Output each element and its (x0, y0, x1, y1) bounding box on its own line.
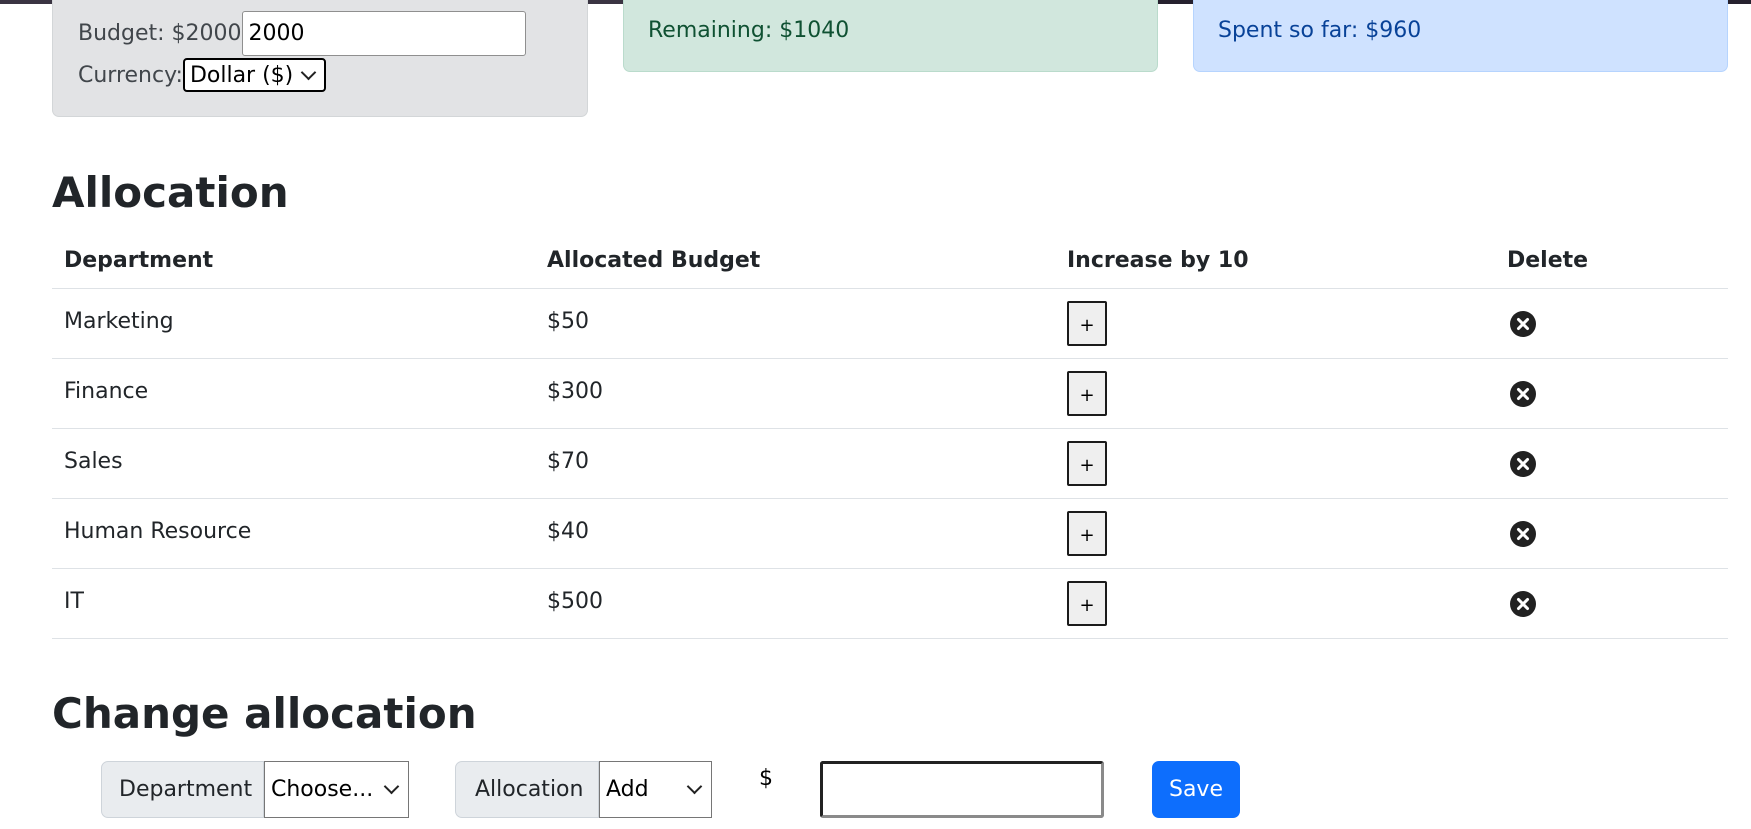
chevron-down-icon (300, 64, 317, 80)
allocation-table: Department Allocated Budget Increase by … (52, 232, 1728, 639)
allocation-input-group: Allocation Add (455, 761, 712, 818)
spent-card: Spent so far: $960 (1193, 0, 1728, 72)
amount-input[interactable] (820, 761, 1104, 818)
allocation-label: Allocation (455, 761, 599, 818)
budget-input[interactable] (241, 10, 526, 56)
increase-button[interactable]: + (1067, 301, 1107, 346)
x-circle-fill-icon[interactable] (1510, 590, 1536, 617)
department-name: IT (64, 589, 84, 614)
currency-selected-value: Dollar ($) (189, 62, 294, 88)
department-cell: IT (52, 568, 535, 639)
department-cell: Finance (52, 358, 535, 429)
increase-cell: + (1055, 498, 1495, 569)
x-circle-fill-icon[interactable] (1510, 450, 1536, 477)
increase-cell: + (1055, 428, 1495, 499)
increase-button[interactable]: + (1067, 581, 1107, 626)
chevron-down-icon (383, 778, 400, 795)
increase-cell: + (1055, 288, 1495, 359)
allocated-budget: $40 (547, 519, 589, 544)
department-input-group: Department Choose... (101, 761, 409, 818)
table-header-row: Department Allocated Budget Increase by … (52, 232, 1728, 289)
allocated-budget: $300 (547, 379, 603, 404)
department-name: Human Resource (64, 519, 252, 544)
table-row: Human Resource $40 + (52, 498, 1728, 569)
table-row: IT $500 + (52, 568, 1728, 639)
budget-cell: $40 (535, 498, 1055, 569)
save-button[interactable]: Save (1152, 761, 1240, 818)
allocation-heading: Allocation (52, 168, 289, 217)
budget-cell: $70 (535, 428, 1055, 499)
increase-button[interactable]: + (1067, 511, 1107, 556)
header-increase: Increase by 10 (1055, 232, 1495, 289)
currency-select[interactable]: Dollar ($) (182, 58, 327, 92)
change-allocation-heading: Change allocation (52, 689, 477, 738)
department-name: Sales (64, 449, 123, 474)
budget-cell: $500 (535, 568, 1055, 639)
department-selected-value: Choose... (271, 777, 374, 802)
budget-row: Budget: $2000 (78, 10, 526, 56)
delete-cell (1495, 568, 1728, 639)
delete-cell (1495, 288, 1728, 359)
budget-card: Budget: $2000 Currency: Dollar ($) (52, 0, 588, 117)
chevron-down-icon (686, 778, 703, 795)
increase-cell: + (1055, 568, 1495, 639)
allocated-budget: $50 (547, 309, 589, 334)
currency-label: Currency: (78, 62, 183, 88)
delete-cell (1495, 358, 1728, 429)
delete-cell (1495, 498, 1728, 569)
x-circle-fill-icon[interactable] (1510, 380, 1536, 407)
remaining-text: Remaining: $1040 (648, 18, 850, 43)
currency-row: Currency: Dollar ($) (78, 58, 327, 92)
remaining-card: Remaining: $1040 (623, 0, 1158, 72)
increase-button[interactable]: + (1067, 441, 1107, 486)
x-circle-fill-icon[interactable] (1510, 520, 1536, 547)
allocated-budget: $500 (547, 589, 603, 614)
increase-cell: + (1055, 358, 1495, 429)
allocation-select[interactable]: Add (599, 761, 712, 818)
department-name: Finance (64, 379, 149, 404)
department-cell: Sales (52, 428, 535, 499)
department-cell: Marketing (52, 288, 535, 359)
department-cell: Human Resource (52, 498, 535, 569)
header-department: Department (52, 232, 535, 289)
spent-text: Spent so far: $960 (1218, 18, 1422, 43)
increase-button[interactable]: + (1067, 371, 1107, 416)
delete-cell (1495, 428, 1728, 499)
budget-label: Budget: $2000 (78, 20, 242, 46)
table-row: Sales $70 + (52, 428, 1728, 499)
department-select[interactable]: Choose... (264, 761, 409, 818)
x-circle-fill-icon[interactable] (1510, 310, 1536, 337)
department-name: Marketing (64, 309, 174, 334)
budget-cell: $50 (535, 288, 1055, 359)
budget-cell: $300 (535, 358, 1055, 429)
currency-symbol: $ (759, 766, 773, 791)
table-row: Marketing $50 + (52, 288, 1728, 359)
table-row: Finance $300 + (52, 358, 1728, 429)
header-delete: Delete (1495, 232, 1728, 289)
header-allocated-budget: Allocated Budget (535, 232, 1055, 289)
allocation-selected-value: Add (606, 777, 649, 802)
department-label: Department (101, 761, 264, 818)
allocated-budget: $70 (547, 449, 589, 474)
